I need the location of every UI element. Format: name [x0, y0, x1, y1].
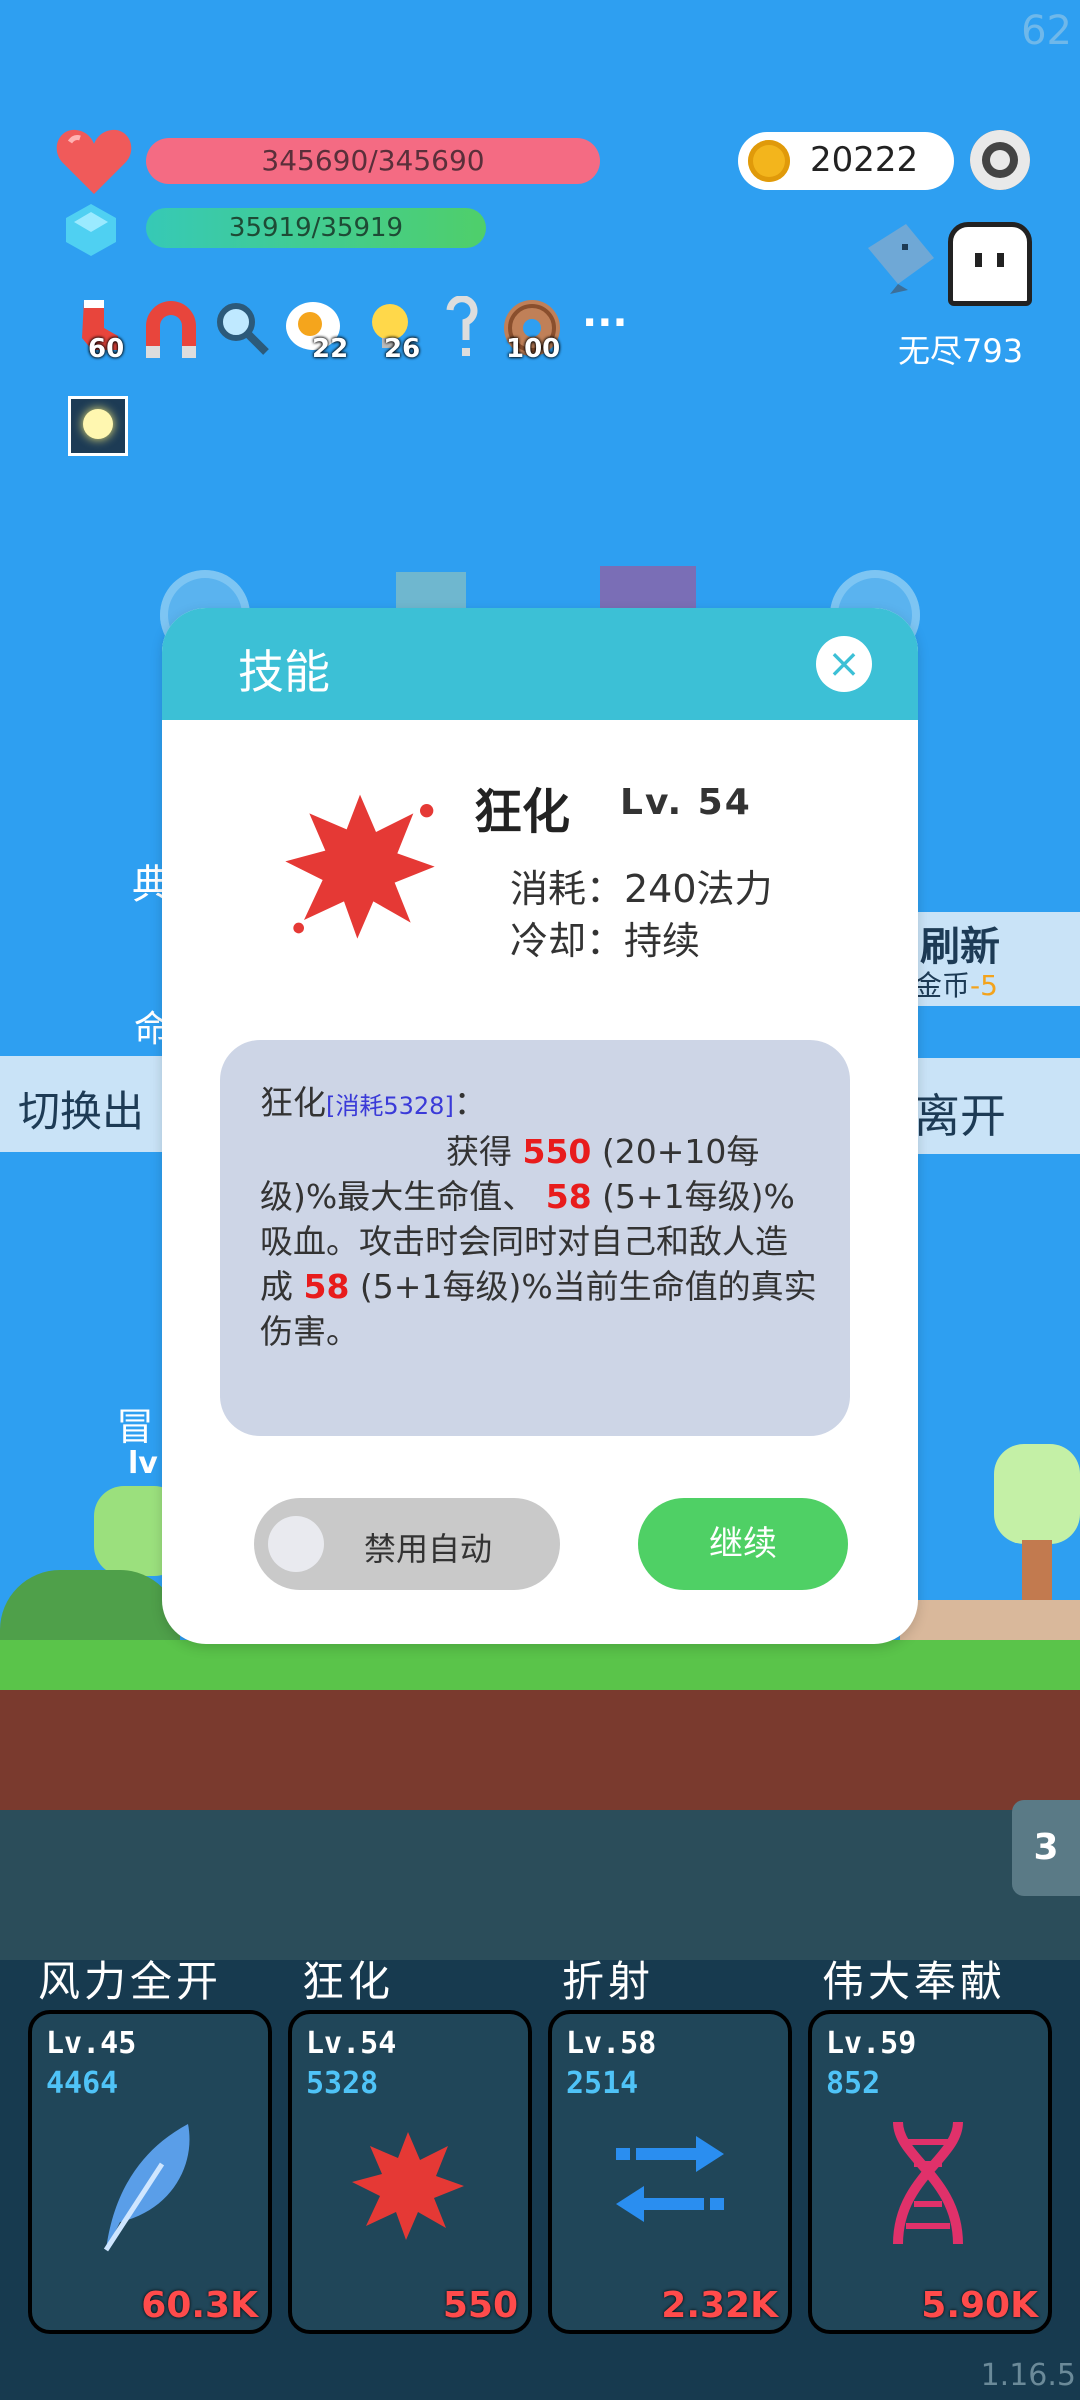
skill-description: 狂化[消耗5328]： 获得 550 (20+10每级)%最大生命值、 58 (…: [260, 1080, 820, 1354]
skill-value: 550: [442, 2285, 518, 2326]
lv-label: lv: [128, 1446, 158, 1481]
skill-card-2[interactable]: Lv.54 5328 550: [288, 2010, 532, 2334]
disable-auto-toggle[interactable]: 禁用自动: [254, 1498, 560, 1590]
mp-text: 35919/35919: [228, 213, 404, 243]
heart-icon: [56, 128, 132, 196]
tree-right: [994, 1444, 1080, 1544]
feather-icon: [92, 2114, 202, 2258]
dna-icon: [878, 2118, 978, 2252]
hook-icon: [440, 295, 480, 360]
grass-strip: [0, 1640, 1080, 1690]
desc-consume-tag: [消耗5328]: [326, 1092, 454, 1120]
skill-value: 2.32K: [661, 2285, 778, 2326]
skill-card-3[interactable]: Lv.58 2514 2.32K: [548, 2010, 792, 2334]
red-splat-icon: [348, 2124, 468, 2248]
skill-cost: 4464: [46, 2066, 119, 2101]
lightbulb-count: 26: [384, 334, 421, 364]
skill-cost: 2514: [566, 2066, 639, 2101]
donut-count: 100: [506, 334, 561, 364]
coin-amount: 20222: [810, 140, 919, 180]
skill-name-4: 伟大奉献: [822, 1957, 1007, 2006]
fence: [900, 1600, 1080, 1644]
skill-description-box: 狂化[消耗5328]： 获得 550 (20+10每级)%最大生命值、 58 (…: [220, 1040, 850, 1436]
skill-level: Lv.54: [306, 2026, 397, 2061]
switch-label: 切换出: [18, 1087, 145, 1136]
refresh-button[interactable]: 刷新 金币-5: [900, 912, 1080, 1006]
skill-cost: 852: [826, 2066, 881, 2101]
fish-icon[interactable]: [862, 218, 940, 296]
hp-text: 345690/345690: [261, 144, 485, 177]
skill-card-1[interactable]: Lv.45 4464 60.3K: [28, 2010, 272, 2334]
skill-level-label: Lv. 54: [620, 782, 752, 823]
leave-label: 离开: [914, 1089, 1006, 1143]
continue-button[interactable]: 继续: [638, 1498, 848, 1590]
desc-part-1: 获得: [446, 1132, 523, 1171]
more-icon[interactable]: ···: [582, 300, 628, 346]
coin-counter: 20222: [738, 132, 954, 190]
sock-count: 60: [88, 334, 125, 364]
lamp-icon: [68, 396, 128, 456]
toggle-label: 禁用自动: [364, 1530, 493, 1568]
desc-value-2: 58: [545, 1177, 592, 1216]
skill-card-4[interactable]: Lv.59 852 5.90K: [808, 2010, 1052, 2334]
close-icon[interactable]: ×: [816, 636, 872, 692]
settings-gear-icon[interactable]: [970, 130, 1030, 190]
endless-level-label: 无尽793: [898, 332, 1024, 370]
skill-value: 60.3K: [141, 2285, 258, 2326]
skill-level: Lv.59: [826, 2026, 917, 2061]
mana-crystal-icon: [66, 204, 116, 256]
skill-name-3: 折射: [562, 1957, 655, 2006]
refresh-cost-value: -5: [970, 969, 998, 1002]
desc-name: 狂化: [260, 1083, 326, 1122]
adventurer-label: 冒: [116, 1405, 155, 1449]
skill-level: Lv.45: [46, 2026, 137, 2061]
skill-level: Lv.58: [566, 2026, 657, 2061]
skill-cooldown-line: 冷却：持续: [510, 919, 701, 963]
hill-left: [0, 1570, 180, 1644]
desc-value-3: 58: [303, 1267, 350, 1306]
queue-badge[interactable]: 3: [1012, 1800, 1080, 1896]
egg-count: 22: [312, 334, 349, 364]
magnifier-icon: [214, 300, 270, 356]
mp-bar: 35919/35919: [146, 208, 486, 248]
skill-cost: 5328: [306, 2066, 379, 2101]
queue-count: 3: [1033, 1827, 1059, 1868]
skill-dialog: 技能 × 狂化 Lv. 54 消耗：240法力 冷却：持续 狂化[消耗5328]…: [162, 608, 918, 1644]
fps-counter: 62: [1021, 8, 1072, 54]
hp-bar: 345690/345690: [146, 138, 600, 184]
refresh-cost-label: 金币: [914, 969, 971, 1002]
swap-arrows-icon: [612, 2132, 728, 2232]
desc-value-1: 550: [522, 1132, 592, 1171]
skill-cost-line: 消耗：240法力: [510, 867, 773, 911]
dirt-strip: [0, 1690, 1080, 1810]
magnet-icon: [140, 298, 202, 360]
version-label: 1.16.5: [980, 2358, 1076, 2393]
switch-button[interactable]: 切换出: [0, 1056, 180, 1152]
berserk-splat-icon: [280, 784, 440, 948]
ghost-icon[interactable]: [948, 222, 1032, 306]
skill-value: 5.90K: [921, 2285, 1038, 2326]
water-strip: [0, 1810, 1080, 1960]
coin-icon: [748, 140, 790, 182]
toggle-knob: [268, 1516, 324, 1572]
skill-title: 狂化: [474, 784, 571, 840]
skill-name-1: 风力全开: [38, 1957, 223, 2006]
desc-colon: ：: [453, 1083, 487, 1122]
refresh-cost: 金币-5: [914, 964, 998, 1004]
dialog-title: 技能: [238, 645, 330, 699]
leave-button[interactable]: 离开: [900, 1058, 1080, 1154]
skill-name-2: 狂化: [302, 1957, 395, 2006]
